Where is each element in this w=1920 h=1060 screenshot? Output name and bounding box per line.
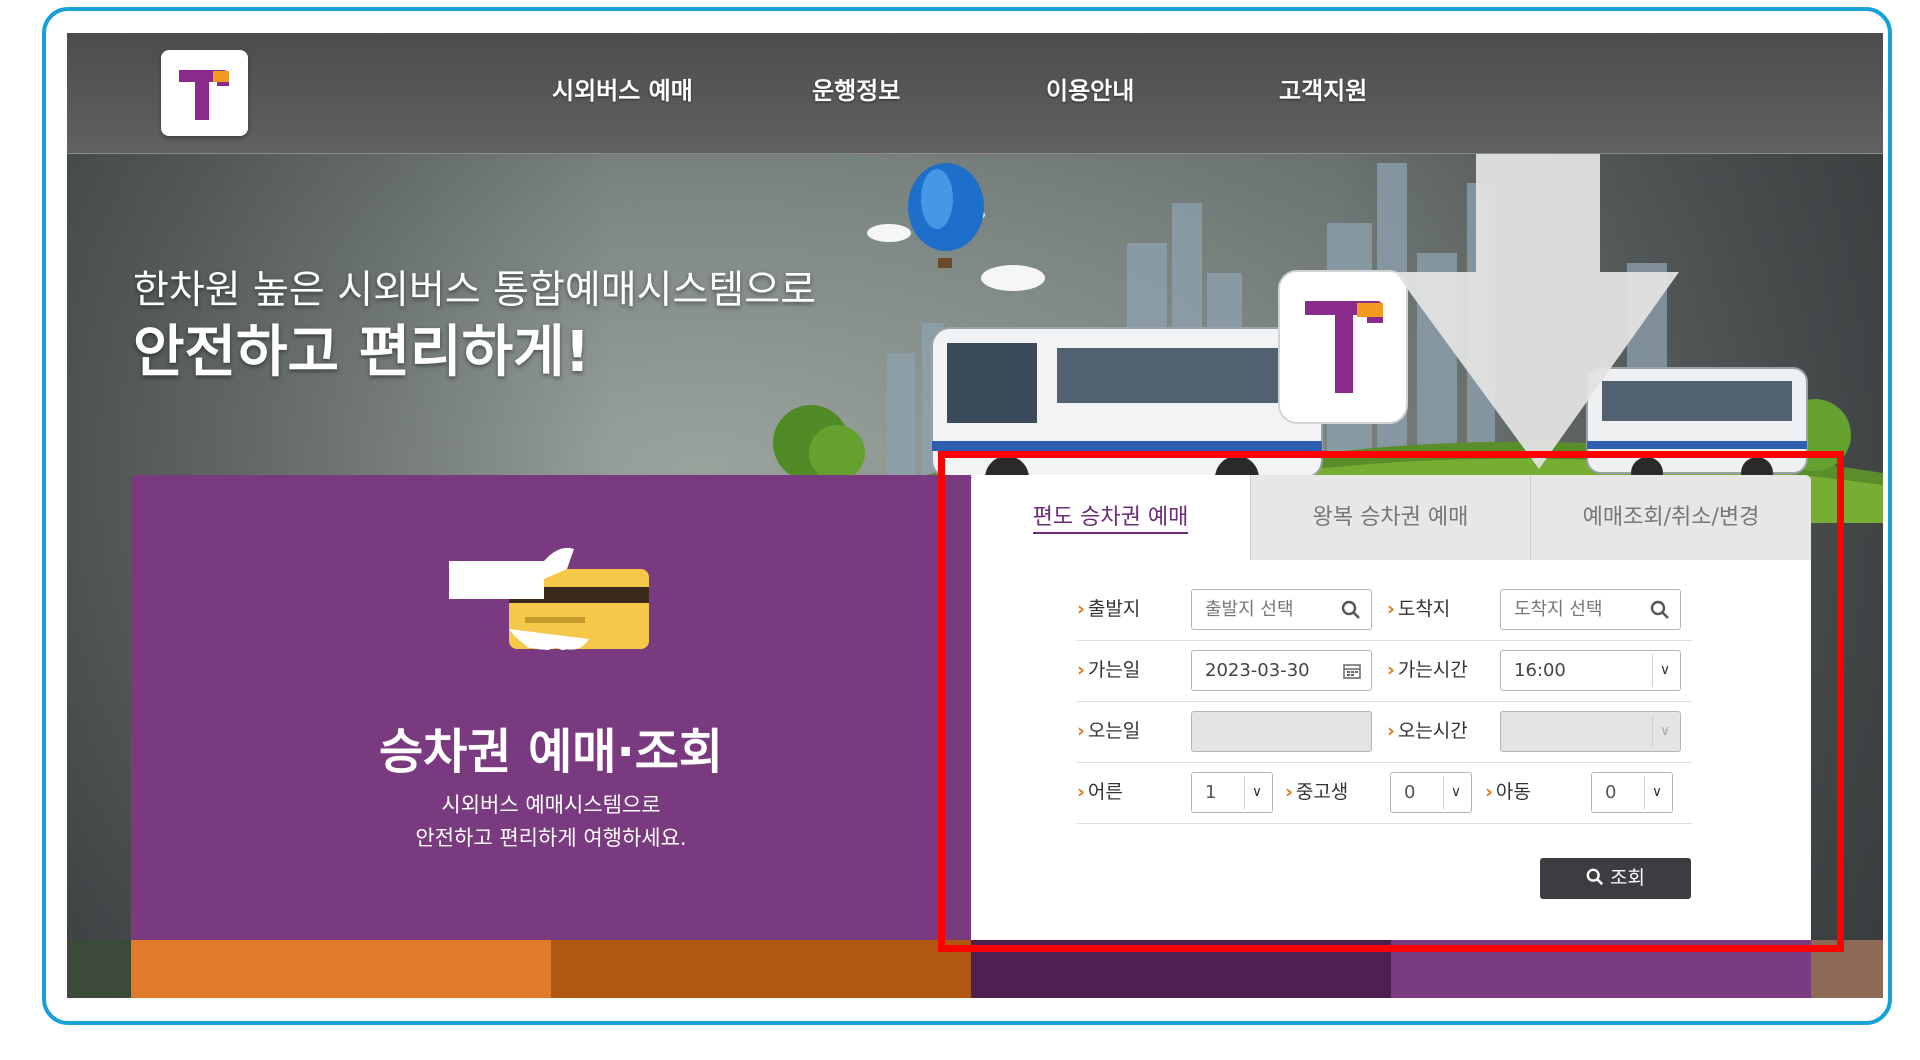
strip-orange: [131, 940, 551, 998]
highlight-box: [938, 451, 1844, 952]
card-desc-line1: 시외버스 예매시스템으로: [441, 793, 661, 817]
hero-title: 안전하고 편리하게!: [133, 320, 591, 385]
top-navigation-bar: 시외버스 예매 운행정보 이용안내 고객지원: [67, 33, 1883, 154]
card-desc-line2: 안전하고 편리하게 여행하세요.: [415, 826, 687, 850]
hot-air-balloon-icon: [908, 163, 984, 268]
nav-usage-guide[interactable]: 이용안내: [1046, 71, 1134, 106]
card-description: 시외버스 예매시스템으로 안전하고 편리하게 여행하세요.: [131, 789, 971, 855]
t-logo-tile-icon: [1278, 270, 1408, 424]
hand-card-icon: [449, 547, 649, 650]
card-title: 승차권 예매·조회: [378, 724, 724, 780]
nav-operation-info[interactable]: 운행정보: [812, 71, 900, 106]
nav-bus-booking[interactable]: 시외버스 예매: [552, 71, 693, 106]
t-money-logo-icon[interactable]: [161, 50, 248, 136]
nav-customer-support[interactable]: 고객지원: [1279, 71, 1367, 106]
ticket-info-card: 승차권 예매·조회 시외버스 예매시스템으로 안전하고 편리하게 여행하세요.: [131, 475, 971, 940]
strip-brown: [551, 940, 971, 998]
